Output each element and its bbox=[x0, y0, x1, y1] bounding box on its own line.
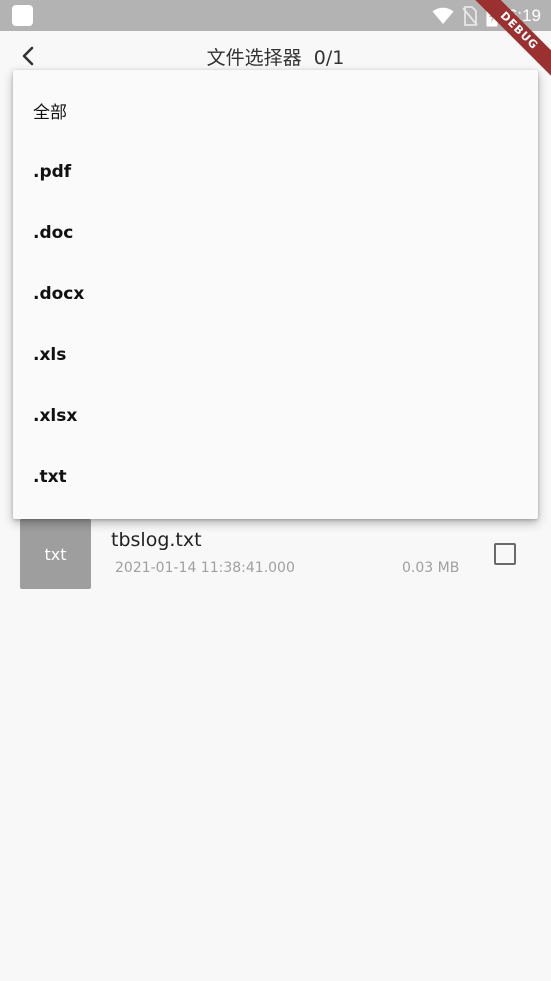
file-name: tbslog.txt bbox=[111, 529, 202, 551]
no-sim-icon bbox=[462, 6, 478, 26]
app-square-icon bbox=[12, 5, 33, 26]
filter-option-xlsx[interactable]: .xlsx bbox=[13, 385, 538, 446]
status-bar: 6:19 bbox=[0, 0, 551, 31]
filter-option-pdf[interactable]: .pdf bbox=[13, 141, 538, 202]
filter-option-txt[interactable]: .txt bbox=[13, 446, 538, 507]
filter-option-doc[interactable]: .doc bbox=[13, 202, 538, 263]
wifi-icon bbox=[432, 7, 454, 24]
file-type-thumbnail: txt bbox=[20, 519, 91, 589]
page-title-text: 文件选择器 bbox=[206, 47, 302, 69]
file-size: 0.03 MB bbox=[402, 560, 460, 576]
selection-counter: 0/1 bbox=[313, 47, 345, 69]
filter-option-all[interactable]: 全部 bbox=[13, 80, 538, 141]
file-date: 2021-01-14 11:38:41.000 bbox=[115, 560, 295, 576]
list-item[interactable]: txt tbslog.txt 2021-01-14 11:38:41.000 0… bbox=[0, 519, 551, 599]
file-type-label: txt bbox=[44, 544, 67, 564]
filter-dropdown-menu: 全部 .pdf .doc .docx .xls .xlsx .txt bbox=[13, 70, 538, 519]
filter-option-docx[interactable]: .docx bbox=[13, 263, 538, 324]
file-select-checkbox[interactable] bbox=[494, 543, 516, 565]
filter-option-xls[interactable]: .xls bbox=[13, 324, 538, 385]
page-title: 文件选择器 0/1 bbox=[0, 43, 551, 70]
